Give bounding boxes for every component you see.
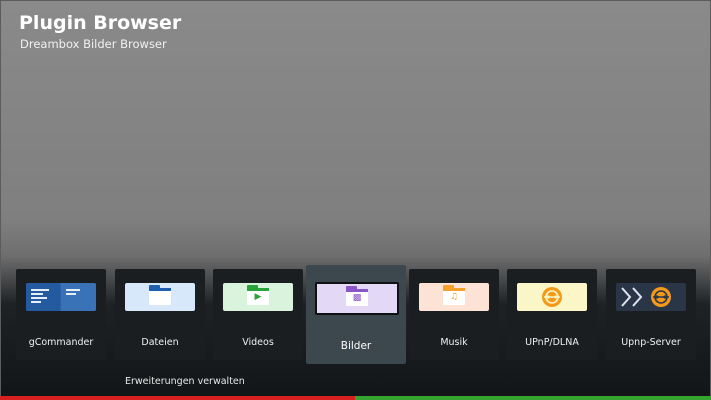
upnp-server-icon (616, 283, 686, 311)
plugin-tile-videos[interactable]: ▶ Videos (213, 269, 303, 360)
plugin-tile-upnp-dlna[interactable]: UPnP/DLNA (507, 269, 597, 360)
plugin-tile-label: Videos (242, 337, 274, 348)
red-key-bar (0, 396, 355, 400)
plugin-tile-label: Musik (440, 337, 468, 348)
folder-documents-icon (125, 283, 195, 311)
plugin-tile-gcommander[interactable]: gCommander (16, 269, 106, 360)
plugin-tile-dateien[interactable]: Dateien (115, 269, 205, 360)
upnp-icon (517, 283, 587, 311)
page-subtitle: Dreambox Bilder Browser (20, 37, 167, 51)
gcommander-icon (26, 283, 96, 311)
plugin-tile-label: UPnP/DLNA (525, 337, 579, 348)
plugin-tile-bilder[interactable]: ▩ Bilder (306, 265, 406, 364)
green-key-bar (355, 396, 711, 400)
folder-music-icon: ♫ (419, 283, 489, 311)
folder-image-icon: ▩ (315, 282, 399, 315)
plugin-tile-label: Upnp-Server (621, 337, 681, 348)
page-title: Plugin Browser (19, 12, 182, 34)
plugin-tile-label: Bilder (340, 340, 372, 352)
plugin-tile-label: gCommander (28, 337, 94, 348)
plugin-tile-label: Dateien (141, 337, 179, 348)
plugin-tile-musik[interactable]: ♫ Musik (409, 269, 499, 360)
plugin-tile-upnp-server[interactable]: Upnp-Server (606, 269, 696, 360)
manage-extensions-button[interactable]: Erweiterungen verwalten (125, 376, 245, 388)
folder-video-icon: ▶ (223, 283, 293, 311)
